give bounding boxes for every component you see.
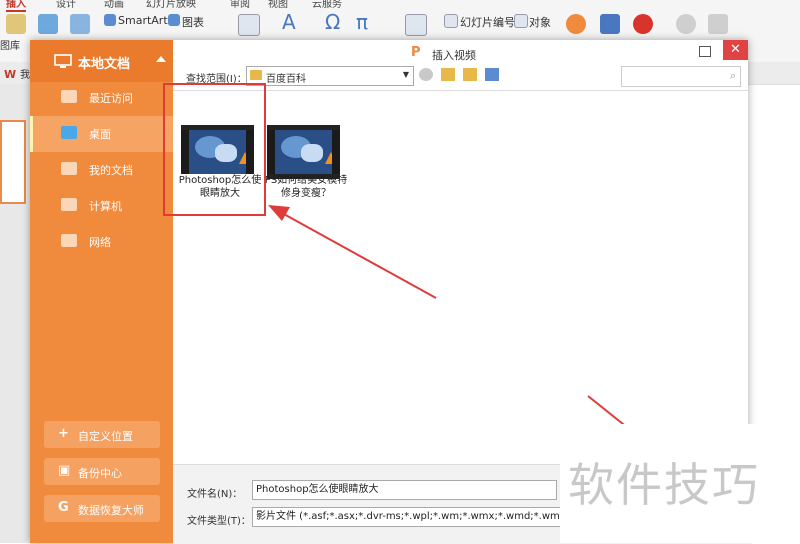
- watermark-text: 软件技巧: [568, 458, 760, 512]
- watermark: 软件技巧: [560, 424, 800, 543]
